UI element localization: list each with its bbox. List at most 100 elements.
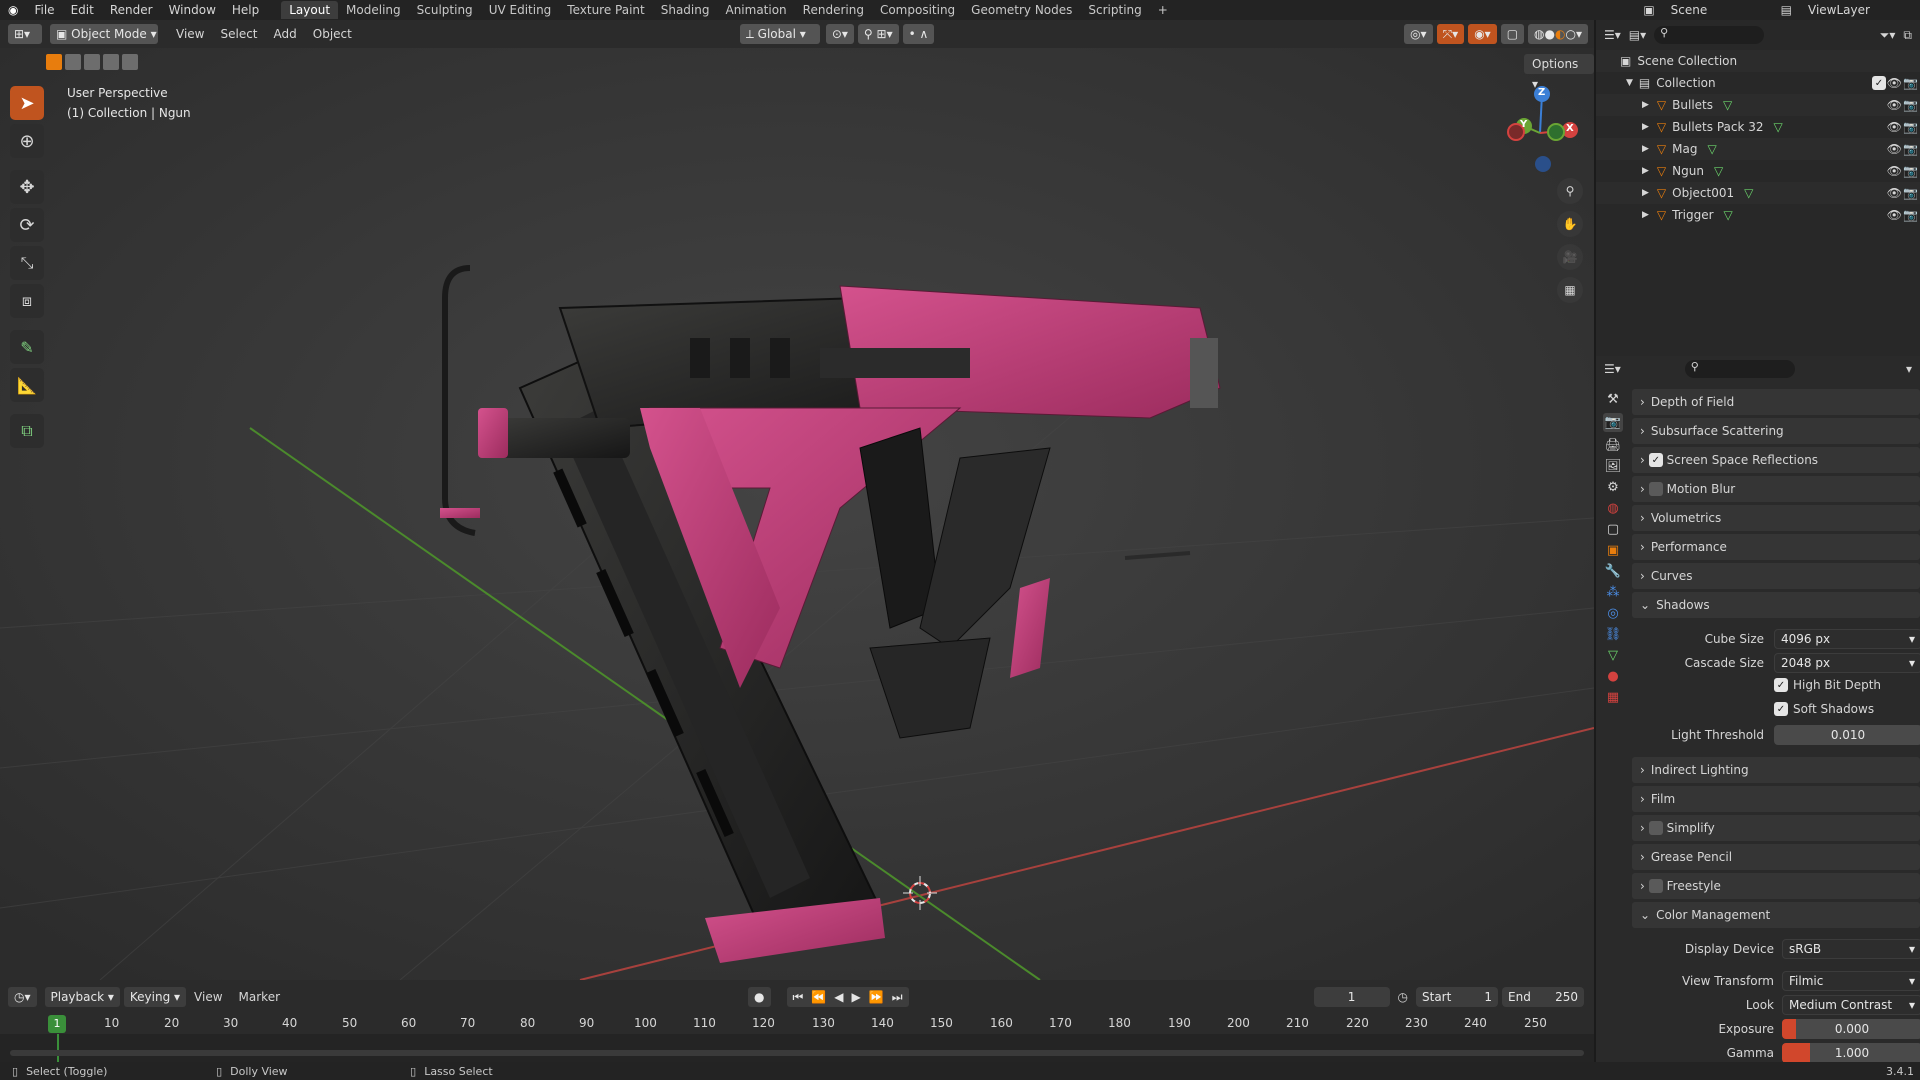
- tab-modeling[interactable]: Modeling: [338, 1, 409, 19]
- panel-indirect-lighting[interactable]: › Indirect Lighting: [1632, 757, 1920, 783]
- panel-curves[interactable]: › Curves: [1632, 563, 1920, 589]
- gizmo-toggle-button[interactable]: ⤧▾: [1436, 24, 1465, 44]
- timeline-marker-menu[interactable]: Marker: [231, 990, 288, 1004]
- panel-shadows[interactable]: ⌄ Shadows: [1632, 592, 1920, 618]
- expand-arrow-icon[interactable]: ▶: [1642, 166, 1649, 176]
- timeline-body[interactable]: 1 10 20 30 40 50 60 70 80 90 100 110 120…: [0, 1014, 1594, 1062]
- tab-shading[interactable]: Shading: [653, 1, 718, 19]
- view-layer-icon[interactable]: ▤: [1773, 0, 1800, 20]
- data-tab-icon[interactable]: ▽: [1608, 648, 1618, 663]
- scale-tool[interactable]: ⤡: [10, 246, 44, 280]
- move-tool[interactable]: ✥: [10, 170, 44, 204]
- look-dropdown[interactable]: Medium Contrast ▾: [1782, 995, 1920, 1015]
- timeline-scrollbar[interactable]: [10, 1050, 1584, 1056]
- motion-blur-checkbox[interactable]: [1648, 482, 1663, 496]
- ssr-checkbox[interactable]: ✓: [1648, 453, 1663, 467]
- display-mode-icon[interactable]: ▤▾: [1629, 28, 1646, 42]
- transform-tool[interactable]: ⧈: [10, 284, 44, 318]
- timeline-editor-button[interactable]: ◷▾: [8, 987, 37, 1007]
- cube-size-dropdown[interactable]: 4096 px ▾: [1774, 629, 1920, 649]
- outliner-item-ngun[interactable]: ▶ ▽ Ngun ▽ 👁 📷: [1596, 160, 1920, 182]
- menu-file[interactable]: File: [26, 0, 62, 20]
- high-bit-depth-option[interactable]: ✓ High Bit Depth: [1774, 678, 1881, 692]
- expand-arrow-icon[interactable]: ▶: [1642, 210, 1649, 220]
- eye-icon[interactable]: 👁: [1887, 186, 1902, 200]
- panel-color-management[interactable]: ⌄ Color Management: [1632, 902, 1920, 928]
- start-frame-field[interactable]: Start 1: [1416, 987, 1498, 1007]
- panel-freestyle[interactable]: › Freestyle: [1632, 873, 1920, 899]
- camera-icon[interactable]: 📷: [1903, 164, 1918, 178]
- outliner-item-mag[interactable]: ▶ ▽ Mag ▽ 👁 📷: [1596, 138, 1920, 160]
- eye-icon[interactable]: 👁: [1887, 120, 1902, 134]
- frame-ruler[interactable]: 1 10 20 30 40 50 60 70 80 90 100 110 120…: [0, 1014, 1594, 1034]
- new-collection-icon[interactable]: ⧉: [1903, 28, 1912, 43]
- outliner-item-bullets[interactable]: ▶ ▽ Bullets ▽ 👁 📷: [1596, 94, 1920, 116]
- light-threshold-field[interactable]: 0.010: [1774, 725, 1920, 745]
- options-button[interactable]: Options ▾: [1524, 54, 1594, 91]
- soft-shadows-option[interactable]: ✓ Soft Shadows: [1774, 702, 1874, 716]
- panel-volumetrics[interactable]: › Volumetrics: [1632, 505, 1920, 531]
- camera-icon[interactable]: 📷: [1903, 142, 1918, 156]
- particles-tab-icon[interactable]: ⁂: [1607, 585, 1620, 600]
- view-layer-tab-icon[interactable]: 🖼: [1605, 459, 1622, 474]
- scene-name[interactable]: Scene: [1663, 0, 1773, 20]
- panel-motion-blur[interactable]: › Motion Blur: [1632, 476, 1920, 502]
- solid-shading-icon[interactable]: ●: [1545, 27, 1555, 41]
- eye-icon[interactable]: 👁: [1887, 142, 1902, 156]
- panel-grease-pencil[interactable]: › Grease Pencil: [1632, 844, 1920, 870]
- tab-texture-paint[interactable]: Texture Paint: [559, 1, 652, 19]
- expand-arrow-icon[interactable]: ▶: [1642, 144, 1649, 154]
- panel-screen-space-reflections[interactable]: › ✓ Screen Space Reflections: [1632, 447, 1920, 473]
- jump-end-icon[interactable]: ⏭: [892, 990, 903, 1005]
- panel-depth-of-field[interactable]: › Depth of Field: [1632, 389, 1920, 415]
- zoom-icon[interactable]: ⚲: [1557, 178, 1583, 204]
- expand-arrow-icon[interactable]: ▶: [1642, 100, 1649, 110]
- outliner-item-trigger[interactable]: ▶ ▽ Trigger ▽ 👁 📷: [1596, 204, 1920, 226]
- rendered-shading-icon[interactable]: ○: [1565, 27, 1575, 41]
- tab-sculpting[interactable]: Sculpting: [409, 1, 481, 19]
- editor-type-button[interactable]: ⊞▾: [8, 24, 42, 44]
- camera-icon[interactable]: 📷: [1903, 120, 1918, 134]
- visibility-button[interactable]: ◎▾: [1404, 24, 1433, 44]
- collapse-arrow-icon[interactable]: ▼: [1626, 78, 1633, 88]
- expand-arrow-icon[interactable]: ▶: [1642, 188, 1649, 198]
- add-workspace-button[interactable]: +: [1150, 1, 1176, 19]
- keying-menu[interactable]: Keying ▾: [123, 987, 187, 1007]
- view-layer-name[interactable]: ViewLayer: [1800, 0, 1920, 20]
- panel-film[interactable]: › Film: [1632, 786, 1920, 812]
- menu-view[interactable]: View: [168, 27, 212, 41]
- panel-subsurface-scattering[interactable]: › Subsurface Scattering: [1632, 418, 1920, 444]
- view-transform-dropdown[interactable]: Filmic ▾: [1782, 971, 1920, 991]
- select-invert-icon[interactable]: [103, 54, 119, 70]
- blender-logo-icon[interactable]: ◉: [0, 0, 26, 20]
- current-frame-field[interactable]: 1: [1313, 987, 1390, 1007]
- camera-icon[interactable]: 📷: [1903, 98, 1918, 112]
- play-reverse-icon[interactable]: ◀: [834, 990, 843, 1004]
- preview-range-icon[interactable]: ◷: [1398, 990, 1408, 1004]
- proportional-editing-button[interactable]: • ∧: [902, 24, 935, 44]
- playback-menu[interactable]: Playback ▾: [44, 987, 120, 1007]
- select-new-icon[interactable]: [46, 54, 62, 70]
- exposure-slider[interactable]: 0.000: [1782, 1019, 1920, 1039]
- measure-tool[interactable]: 📐: [10, 368, 44, 402]
- camera-view-icon[interactable]: 🎥: [1557, 244, 1583, 270]
- menu-add[interactable]: Add: [266, 27, 305, 41]
- pivot-point-button[interactable]: ⊙▾: [825, 24, 854, 44]
- eye-icon[interactable]: 👁: [1887, 164, 1902, 178]
- scene-tab-icon[interactable]: ⚙: [1607, 480, 1619, 495]
- freestyle-checkbox[interactable]: [1648, 879, 1663, 893]
- tab-animation[interactable]: Animation: [717, 1, 794, 19]
- material-shading-icon[interactable]: ◐: [1555, 27, 1565, 41]
- cursor-tool[interactable]: ⊕: [10, 124, 44, 158]
- panel-performance[interactable]: › Performance: [1632, 534, 1920, 560]
- tab-scripting[interactable]: Scripting: [1080, 1, 1149, 19]
- outliner-search-input[interactable]: ⚲: [1654, 26, 1765, 44]
- ortho-grid-icon[interactable]: ▦: [1557, 277, 1583, 303]
- auto-keying-button[interactable]: ●: [748, 987, 771, 1007]
- select-intersect-icon[interactable]: [122, 54, 138, 70]
- collection-tab-icon[interactable]: ▢: [1607, 522, 1619, 537]
- outliner-editor-icon[interactable]: ☰▾: [1604, 28, 1621, 42]
- high-bit-depth-checkbox[interactable]: ✓: [1774, 678, 1788, 692]
- panel-simplify[interactable]: › Simplify: [1632, 815, 1920, 841]
- menu-select[interactable]: Select: [212, 27, 265, 41]
